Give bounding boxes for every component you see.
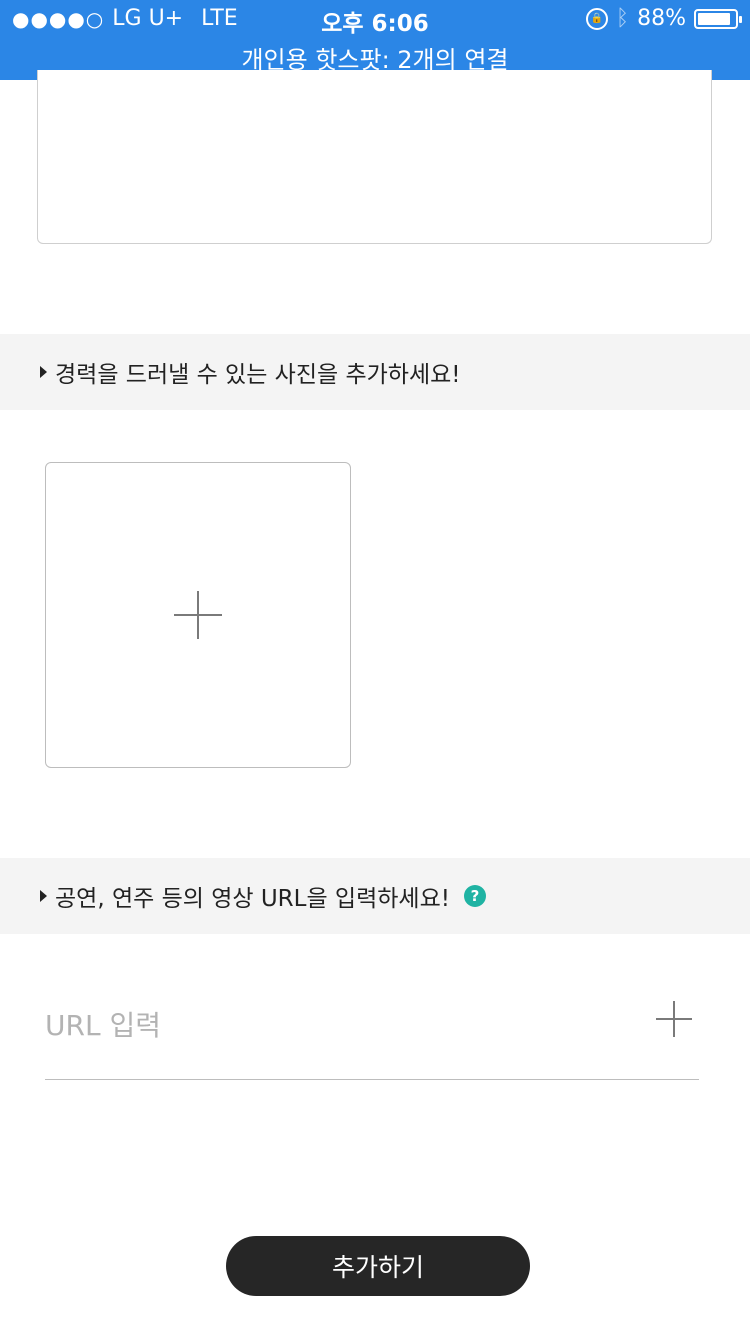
status-right: 🔒 ᛒ 88% bbox=[585, 6, 742, 31]
add-photo-button[interactable] bbox=[45, 462, 351, 768]
add-submit-button[interactable]: 추가하기 bbox=[226, 1236, 530, 1296]
video-section-header: 공연, 연주 등의 영상 URL을 입력하세요! ? bbox=[0, 858, 750, 934]
help-icon[interactable]: ? bbox=[463, 885, 486, 907]
triangle-right-icon bbox=[40, 366, 47, 378]
plus-icon bbox=[174, 591, 222, 639]
description-textarea[interactable] bbox=[37, 70, 712, 244]
triangle-right-icon bbox=[40, 890, 47, 902]
battery-icon bbox=[694, 8, 742, 29]
photo-section-header: 경력을 드러낼 수 있는 사진을 추가하세요! bbox=[0, 334, 750, 410]
url-input-underline bbox=[45, 1079, 699, 1080]
rotation-lock-icon: 🔒 bbox=[585, 7, 608, 30]
video-section-title: 공연, 연주 등의 영상 URL을 입력하세요! bbox=[55, 886, 450, 912]
battery-percent: 88% bbox=[637, 6, 686, 31]
url-input[interactable] bbox=[45, 995, 605, 1055]
photo-section-title: 경력을 드러낼 수 있는 사진을 추가하세요! bbox=[55, 362, 461, 388]
bluetooth-icon: ᛒ bbox=[615, 6, 630, 31]
add-url-plus-icon[interactable] bbox=[656, 1001, 692, 1037]
status-bar: ●●●●○ LG U+ LTE 오후 6:06 🔒 ᛒ 88% 개인용 핫스팟:… bbox=[0, 0, 750, 80]
battery-fill bbox=[698, 12, 730, 25]
